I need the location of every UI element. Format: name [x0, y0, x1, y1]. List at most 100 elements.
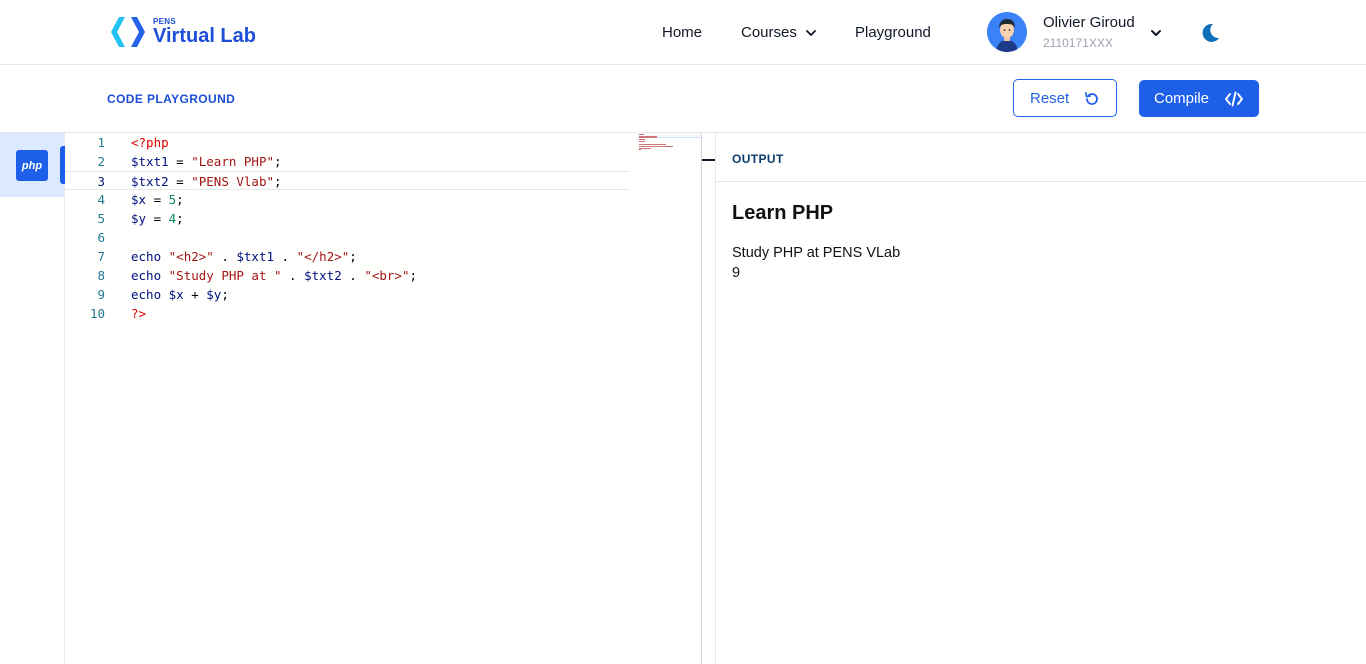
- code-line[interactable]: 3 $txt2 = "PENS Vlab";: [65, 171, 630, 190]
- minimap[interactable]: [637, 133, 701, 664]
- code-token: =: [168, 174, 192, 189]
- code-editor[interactable]: 1 <?php 2 $txt1 = "Learn PHP"; 3 $txt2 = "PEN…: [65, 133, 702, 664]
- code-token: $x: [131, 192, 147, 207]
- code-token: "<br>": [364, 268, 410, 283]
- logo-text: PENS Virtual Lab: [153, 15, 273, 49]
- code-token: ;: [349, 249, 357, 264]
- code-token: $y: [206, 287, 222, 302]
- code-token: $txt2: [304, 268, 342, 283]
- code-text: <?php: [131, 133, 169, 152]
- code-line[interactable]: 1 <?php: [65, 133, 630, 152]
- line-number: 3: [97, 174, 105, 189]
- code-text: $txt1 = "Learn PHP";: [131, 152, 282, 171]
- nav-courses-label: Courses: [741, 24, 797, 41]
- output-heading: Learn PHP: [732, 202, 834, 224]
- code-line[interactable]: 5 $y = 4;: [65, 209, 630, 228]
- line-number: 10: [89, 306, 105, 321]
- code-token: .: [213, 249, 237, 264]
- code-token: ;: [274, 154, 282, 169]
- code-line[interactable]: 6: [65, 228, 630, 247]
- compile-button[interactable]: Compile: [1139, 80, 1259, 117]
- code-token: ;: [409, 268, 418, 283]
- code-token: $txt2: [131, 174, 169, 189]
- code-text: $y = 4;: [131, 209, 184, 228]
- nav-home-link[interactable]: Home: [662, 24, 702, 41]
- output-panel: OUTPUT Learn PHP Study PHP at PENS VLab …: [716, 133, 1366, 664]
- output-text-line: Study PHP at PENS VLab: [732, 245, 901, 261]
- line-number: 8: [97, 268, 105, 283]
- rotate-ccw-icon: [1085, 92, 1098, 105]
- user-name: Olivier Giroud: [1043, 13, 1135, 31]
- line-number: 4: [97, 192, 105, 207]
- output-header: OUTPUT: [716, 133, 1366, 182]
- reset-button[interactable]: Reset: [1013, 79, 1117, 117]
- output-text-line: 9: [732, 265, 741, 281]
- code-token: ;: [221, 287, 229, 302]
- moon-icon[interactable]: [1199, 22, 1221, 44]
- code-token: echo: [131, 268, 162, 283]
- code-text: echo "Study PHP at " . $txt2 . "<br>";: [131, 266, 417, 285]
- code-token: "Learn PHP": [191, 154, 275, 169]
- code-line[interactable]: 2 $txt1 = "Learn PHP";: [65, 152, 630, 171]
- line-number: 2: [97, 154, 105, 169]
- code-token: =: [146, 211, 169, 226]
- code-token: =: [168, 154, 192, 169]
- code-line[interactable]: 9 echo $x + $y;: [65, 285, 630, 304]
- line-number: 1: [97, 135, 105, 150]
- minimap-line: [639, 149, 641, 151]
- code-token: "<h2>": [168, 249, 214, 264]
- code-token: .: [281, 268, 305, 283]
- line-number: 5: [97, 211, 105, 226]
- code-token: echo: [131, 287, 162, 302]
- avatar: [987, 12, 1027, 52]
- code-line[interactable]: 4 $x = 5;: [65, 190, 630, 209]
- code-token: "</h2>": [296, 249, 350, 264]
- toolbar: CODE PLAYGROUND Reset Compile: [0, 65, 1366, 133]
- language-sidebar: php: [0, 133, 66, 664]
- line-number: 9: [97, 287, 105, 302]
- chevron-down-icon[interactable]: [1149, 26, 1163, 40]
- language-item-php[interactable]: php: [0, 133, 64, 197]
- logo-icon: [111, 17, 145, 47]
- code-token: "PENS Vlab": [191, 174, 275, 189]
- user-id: 2110171XXX: [1043, 35, 1113, 50]
- code-token: echo: [131, 249, 162, 264]
- nav-courses-dropdown[interactable]: Courses: [741, 24, 817, 41]
- code-text: ?>: [131, 304, 146, 323]
- code-line[interactable]: 7 echo "<h2>" . $txt1 . "</h2>";: [65, 247, 630, 266]
- code-line[interactable]: 10 ?>: [65, 304, 630, 323]
- code-token: $y: [131, 211, 147, 226]
- code-token: "Study PHP at ": [168, 268, 282, 283]
- minimap-line: [639, 140, 646, 142]
- code-line[interactable]: 8 echo "Study PHP at " . $txt2 . "<br>";: [65, 266, 630, 285]
- code-token: ;: [176, 211, 184, 226]
- logo[interactable]: PENS Virtual Lab: [109, 14, 273, 50]
- code-token: $x: [168, 287, 184, 302]
- logo-name: Virtual Lab: [153, 25, 256, 47]
- compile-button-label: Compile: [1154, 90, 1210, 107]
- code-icon: [1225, 91, 1243, 107]
- split-handle-grip[interactable]: [702, 159, 715, 161]
- line-number: 6: [97, 230, 105, 245]
- code-token: =: [146, 192, 169, 207]
- avatar-icon: [987, 12, 1027, 52]
- page-title: CODE PLAYGROUND: [107, 92, 236, 106]
- code-token: ;: [176, 192, 184, 207]
- code-token: ;: [274, 174, 282, 189]
- code-text: echo "<h2>" . $txt1 . "</h2>";: [131, 247, 357, 266]
- code-token: $txt1: [236, 249, 275, 264]
- code-text: $x = 5;: [131, 190, 184, 209]
- code-token: .: [341, 268, 365, 283]
- code-token: .: [274, 249, 297, 264]
- code-text: $txt2 = "PENS Vlab";: [131, 172, 282, 191]
- split-handle[interactable]: [702, 133, 716, 664]
- php-icon: php: [16, 150, 48, 181]
- nav-playground-link[interactable]: Playground: [855, 24, 931, 41]
- chevron-down-icon: [805, 29, 816, 36]
- code-token: +: [183, 287, 207, 302]
- top-navbar: PENS Virtual Lab Home Courses Playground…: [0, 0, 1366, 65]
- user-menu[interactable]: Olivier Giroud 2110171XXX: [987, 12, 1135, 52]
